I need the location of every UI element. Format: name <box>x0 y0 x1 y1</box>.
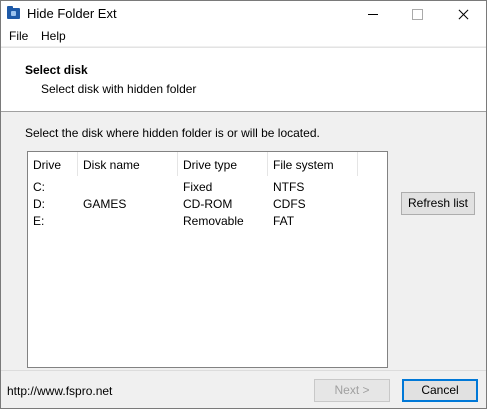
file-system-cell: CDFS <box>273 197 306 211</box>
folder-icon <box>7 6 20 19</box>
menu-bar: File Help <box>1 27 486 46</box>
app-window: Hide Folder Ext File Help Select disk Se… <box>0 0 487 409</box>
window-title: Hide Folder Ext <box>27 6 117 21</box>
next-button[interactable]: Next > <box>314 379 390 402</box>
drive-type-cell: Removable <box>183 214 244 228</box>
column-divider[interactable] <box>177 152 178 176</box>
title-bar[interactable]: Hide Folder Ext <box>1 1 486 27</box>
instruction-text: Select the disk where hidden folder is o… <box>25 126 320 140</box>
close-button[interactable] <box>440 1 486 27</box>
menu-file[interactable]: File <box>9 29 28 43</box>
column-divider[interactable] <box>267 152 268 176</box>
menu-help[interactable]: Help <box>41 29 66 43</box>
disk-name-cell: GAMES <box>83 197 127 211</box>
table-row[interactable]: C: Fixed NTFS <box>28 179 387 196</box>
file-system-cell: FAT <box>273 214 295 228</box>
column-header-drive-type[interactable]: Drive type <box>183 158 237 172</box>
column-header-drive[interactable]: Drive <box>33 158 61 172</box>
footer-divider <box>1 370 486 371</box>
drive-type-cell: Fixed <box>183 180 213 194</box>
page-subtitle: Select disk with hidden folder <box>41 82 197 96</box>
drive-cell: D: <box>33 197 45 211</box>
table-row[interactable]: E: Removable FAT <box>28 213 387 230</box>
column-header-disk-name[interactable]: Disk name <box>83 158 140 172</box>
maximize-button[interactable] <box>394 1 440 27</box>
column-divider[interactable] <box>357 152 358 176</box>
page-title: Select disk <box>25 63 88 77</box>
file-system-cell: NTFS <box>273 180 305 194</box>
refresh-list-button[interactable]: Refresh list <box>401 192 475 215</box>
cancel-button[interactable]: Cancel <box>402 379 478 402</box>
drive-cell: C: <box>33 180 45 194</box>
minimize-button[interactable] <box>350 1 396 27</box>
website-link[interactable]: http://www.fspro.net <box>7 384 112 398</box>
disk-list[interactable]: Drive Disk name Drive type File system C… <box>27 151 388 368</box>
column-header-file-system[interactable]: File system <box>273 158 334 172</box>
drive-type-cell: CD-ROM <box>183 197 233 211</box>
table-row[interactable]: D: GAMES CD-ROM CDFS <box>28 196 387 213</box>
disk-list-header: Drive Disk name Drive type File system <box>28 152 387 176</box>
column-divider[interactable] <box>77 152 78 176</box>
wizard-header: Select disk Select disk with hidden fold… <box>1 47 486 112</box>
drive-cell: E: <box>33 214 45 228</box>
